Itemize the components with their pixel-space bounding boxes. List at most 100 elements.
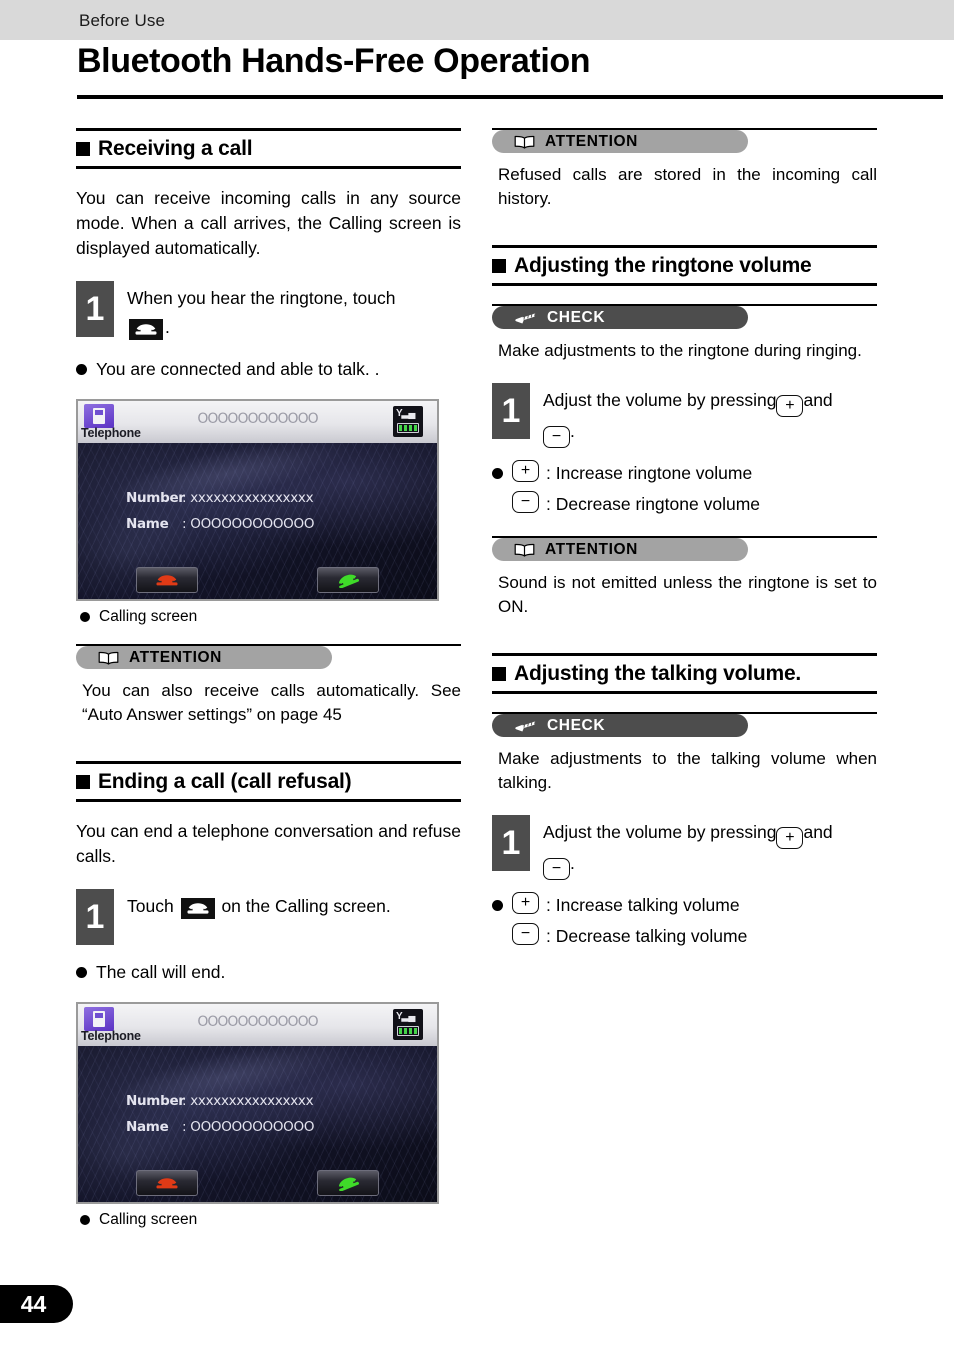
end-call-button[interactable]: [136, 567, 198, 593]
step-text-before: Adjust the volume by pressing: [543, 390, 777, 410]
ending-result-bullet: The call will end.: [76, 959, 461, 986]
pencil-icon: [514, 719, 537, 733]
section-rule-bottom: [76, 799, 461, 802]
attention-body: Sound is not emitted unless the ringtone…: [498, 573, 877, 616]
step-text-after: .: [570, 853, 575, 873]
minus-key-icon[interactable]: −: [512, 491, 539, 513]
screen-name-value: : OOOOOOOOOOOO: [182, 516, 315, 532]
open-book-icon: [98, 651, 119, 665]
attention-label: ATTENTION: [545, 132, 638, 150]
square-bullet-icon: [76, 142, 90, 156]
battery-icon: [397, 423, 419, 433]
screen-name-label: Name: [126, 1119, 169, 1135]
page-header-band: Before Use: [0, 0, 954, 40]
callout-bar: ATTENTION: [76, 644, 461, 669]
check-badge: CHECK: [492, 714, 748, 737]
step-number-badge: 1: [492, 383, 530, 439]
attention-body: You can also receive calls automatically…: [82, 681, 461, 724]
step-talking-1: 1 Adjust the volume by pressing + and −.: [492, 815, 877, 880]
status-icons: Y▂▄: [393, 1009, 423, 1040]
plus-key-icon[interactable]: +: [512, 460, 539, 482]
screen-name-field: Name : OOOOOOOOOOOO: [126, 1119, 314, 1135]
round-bullet-icon: [80, 1215, 90, 1225]
page-number-badge: 44: [0, 1285, 73, 1323]
end-call-button[interactable]: [136, 1170, 198, 1196]
screen-number-label: Number: [126, 1093, 185, 1109]
minus-key-icon[interactable]: −: [512, 923, 539, 945]
callout-bar: CHECK: [492, 712, 877, 737]
step-text: Adjust the volume by pressing + and −.: [543, 815, 833, 880]
section-talking-volume: Adjusting the talking volume.: [492, 653, 877, 694]
screen-title-text: OOOOOOOOOOOO: [197, 1014, 318, 1030]
attention-badge: ATTENTION: [492, 538, 748, 561]
pencil-icon: [514, 311, 537, 325]
plus-key-icon[interactable]: +: [776, 395, 804, 417]
step-text-middle: and: [803, 822, 833, 842]
answer-call-button[interactable]: [317, 1170, 379, 1196]
section-rule-bottom: [492, 691, 877, 694]
square-bullet-icon: [492, 259, 506, 273]
talking-increase-label: : Increase talking volume: [546, 895, 740, 915]
signal-bars-icon: Y▂▄: [396, 1011, 415, 1022]
title-divider: [77, 95, 943, 99]
attention-ringtone-on: ATTENTION Sound is not emitted unless th…: [492, 536, 877, 619]
screen-name-value: : OOOOOOOOOOOO: [182, 1119, 315, 1135]
attention-label: ATTENTION: [129, 648, 222, 666]
step-text-before: Touch: [127, 896, 174, 916]
section-heading-receiving: Receiving a call: [76, 131, 461, 166]
step-text-after: .: [570, 421, 575, 441]
step-text-before: When you hear the ringtone, touch: [127, 288, 396, 308]
callout-bar: ATTENTION: [492, 536, 877, 561]
screen-name-label: Name: [126, 516, 169, 532]
talking-decrease-label: : Decrease talking volume: [546, 926, 748, 946]
plus-key-icon[interactable]: +: [776, 827, 804, 849]
screen-number-value: : xxxxxxxxxxxxxxxx: [182, 490, 314, 506]
screen-status-bar: Telephone OOOOOOOOOOOO Y▂▄: [78, 401, 437, 443]
attention-refused-calls: ATTENTION Refused calls are stored in th…: [492, 128, 877, 211]
page-title: Bluetooth Hands-Free Operation: [77, 42, 591, 80]
ringtone-decrease-row: − : Decrease ringtone volume: [512, 491, 877, 518]
answer-call-button[interactable]: [317, 567, 379, 593]
square-bullet-icon: [76, 775, 90, 789]
telephone-screen: Telephone OOOOOOOOOOOO Y▂▄ Number: xxxxx…: [76, 399, 439, 601]
step-number-badge: 1: [492, 815, 530, 871]
plus-key-icon[interactable]: +: [512, 892, 539, 914]
signal-bars-icon: Y▂▄: [396, 408, 415, 419]
telephone-app-label: Telephone: [81, 1029, 141, 1043]
check-body: Make adjustments to the talking volume w…: [498, 749, 877, 792]
check-ringtone: CHECK Make adjustments to the ringtone d…: [492, 304, 877, 363]
ringtone-increase-label: : Increase ringtone volume: [546, 463, 753, 483]
receiving-result-bullet: You are connected and able to talk. .: [76, 356, 461, 383]
caption-text: Calling screen: [99, 1211, 198, 1228]
receiving-result-text: You are connected and able to talk. .: [96, 359, 380, 379]
status-icons: Y▂▄: [393, 406, 423, 437]
check-badge: CHECK: [492, 306, 748, 329]
right-column: ATTENTION Refused calls are stored in th…: [492, 128, 877, 950]
section-heading-ending: Ending a call (call refusal): [76, 764, 461, 799]
step-text: Adjust the volume by pressing + and −.: [543, 383, 833, 448]
telephone-screen: Telephone OOOOOOOOOOOO Y▂▄ Number: xxxxx…: [76, 1002, 439, 1204]
step-text-after: on the Calling screen.: [221, 896, 391, 916]
step-number-badge: 1: [76, 889, 114, 945]
phone-handset-icon[interactable]: [180, 898, 215, 919]
callout-bar: CHECK: [492, 304, 877, 329]
step-receiving-1: 1 When you hear the ringtone, touch .: [76, 281, 461, 342]
step-text-after: .: [165, 317, 170, 337]
phone-handset-icon[interactable]: [129, 319, 163, 340]
round-bullet-icon: [80, 612, 90, 622]
step-ending-1: 1 Touch on the Calling screen.: [76, 889, 461, 945]
talking-increase-row: + : Increase talking volume: [492, 892, 877, 919]
minus-key-icon[interactable]: −: [543, 858, 570, 880]
ringtone-increase-row: + : Increase ringtone volume: [492, 460, 877, 487]
screen-title-text: OOOOOOOOOOOO: [197, 411, 318, 427]
section-receiving-a-call: Receiving a call: [76, 128, 461, 169]
section-ringtone-volume: Adjusting the ringtone volume: [492, 245, 877, 286]
minus-key-icon[interactable]: −: [543, 426, 570, 448]
screen-name-field: Name : OOOOOOOOOOOO: [126, 516, 314, 532]
check-label: CHECK: [547, 716, 606, 734]
step-text-middle: and: [803, 390, 833, 410]
battery-icon: [397, 1026, 419, 1036]
calling-screen-image-1: Telephone OOOOOOOOOOOO Y▂▄ Number: xxxxx…: [76, 399, 461, 626]
caption-text: Calling screen: [99, 608, 198, 625]
breadcrumb: Before Use: [79, 11, 166, 30]
